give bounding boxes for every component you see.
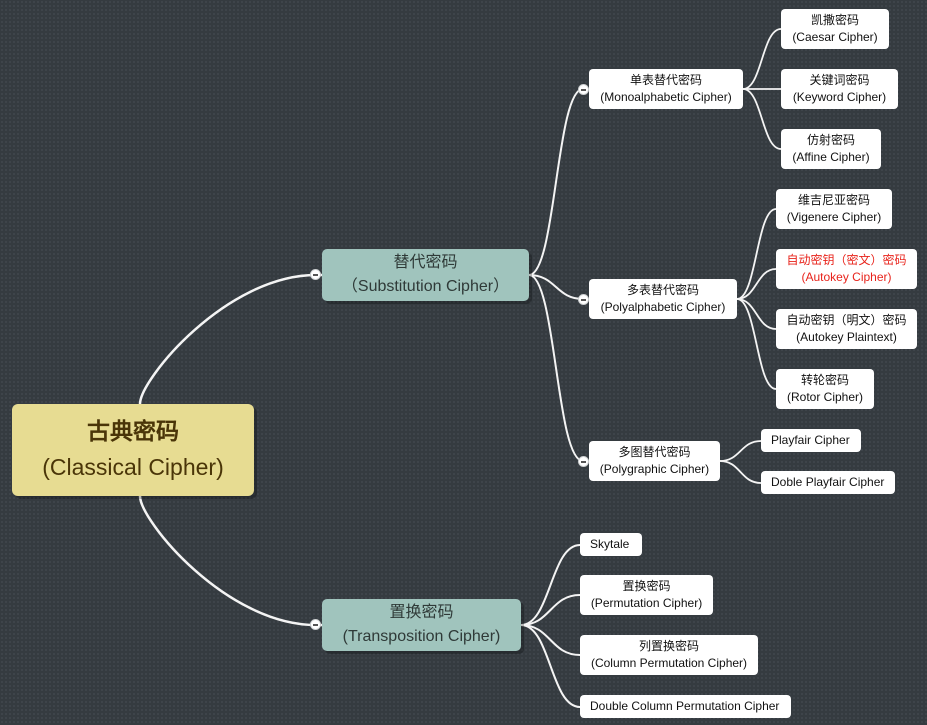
node-polygraphic-cipher[interactable]: 多图替代密码 (Polygraphic Cipher) [589,441,720,481]
link-root-substitution [138,273,317,405]
link-transposition-column [520,624,581,656]
node-monoalphabetic-cipher[interactable]: 单表替代密码 (Monoalphabetic Cipher) [589,69,743,109]
leaf-autokey-cipher[interactable]: 自动密钥（密文）密码 (Autokey Cipher) [776,249,917,289]
leaf-title: Playfair Cipher [771,432,850,447]
leaf-title-zh: 仿射密码 [806,132,855,147]
link-root-transposition [138,495,317,627]
node-title-zh: 替代密码 [393,254,458,271]
leaf-title-en: (Autokey Plaintext) [796,330,897,344]
collapse-toggle-polygraphic[interactable] [578,456,589,467]
leaf-double-column-permutation-cipher[interactable]: Double Column Permutation Cipher [580,695,791,718]
node-title-zh: 多表替代密码 [626,282,699,297]
leaf-title-zh: 转轮密码 [800,372,849,387]
collapse-toggle-monoalphabetic[interactable] [578,84,589,95]
node-title-en: (Polyalphabetic Cipher) [600,300,726,314]
leaf-title-en: (Permutation Cipher) [590,596,703,610]
leaf-permutation-cipher[interactable]: 置换密码 (Permutation Cipher) [580,575,713,615]
node-title-zh: 多图替代密码 [618,444,691,459]
link-mono-caesar [742,28,782,90]
link-transposition-skytale [520,544,581,626]
collapse-toggle-substitution[interactable] [310,269,321,280]
node-transposition-cipher[interactable]: 置换密码 (Transposition Cipher) [322,599,521,651]
leaf-playfair-cipher[interactable]: Playfair Cipher [761,429,861,452]
leaf-title-en: (Autokey Cipher) [801,270,892,284]
link-substitution-poly [528,274,584,300]
leaf-title-zh: 自动密钥（明文）密码 [786,312,907,327]
node-substitution-cipher[interactable]: 替代密码 （Substitution Cipher） [322,249,529,301]
link-polygraphic-playfair [719,440,762,462]
node-title-zh: 置换密码 [389,604,454,621]
leaf-affine-cipher[interactable]: 仿射密码 (Affine Cipher) [781,129,881,169]
leaf-title-zh: 列置换密码 [638,638,699,653]
node-title-en: (Monoalphabetic Cipher) [600,90,732,104]
link-polygraphic-doble [719,460,762,484]
leaf-title-zh: 关键词密码 [809,72,870,87]
leaf-autokey-plaintext[interactable]: 自动密钥（明文）密码 (Autokey Plaintext) [776,309,917,349]
leaf-column-permutation-cipher[interactable]: 列置换密码 (Column Permutation Cipher) [580,635,758,675]
root-node-classical-cipher[interactable]: 古典密码 (Classical Cipher) [12,404,254,496]
root-title-zh: 古典密码 [87,418,179,445]
leaf-doble-playfair-cipher[interactable]: Doble Playfair Cipher [761,471,895,494]
node-title-en: (Polygraphic Cipher) [599,462,710,476]
leaf-title-zh: 自动密钥（密文）密码 [786,252,907,267]
link-transposition-double-column [520,624,581,708]
leaf-keyword-cipher[interactable]: 关键词密码 (Keyword Cipher) [781,69,898,109]
leaf-skytale[interactable]: Skytale [580,533,642,556]
leaf-title-en: (Keyword Cipher) [792,90,887,104]
collapse-toggle-transposition[interactable] [310,619,321,630]
leaf-rotor-cipher[interactable]: 转轮密码 (Rotor Cipher) [776,369,874,409]
link-transposition-permutation [520,594,581,626]
leaf-caesar-cipher[interactable]: 凯撒密码 (Caesar Cipher) [781,9,889,49]
leaf-title: Doble Playfair Cipher [771,474,885,489]
node-title-zh: 单表替代密码 [629,72,702,87]
leaf-title: Double Column Permutation Cipher [590,698,780,713]
leaf-title-zh: 置换密码 [622,578,671,593]
leaf-title-en: (Caesar Cipher) [792,30,878,44]
leaf-title-en: (Affine Cipher) [792,150,870,164]
node-polyalphabetic-cipher[interactable]: 多表替代密码 (Polyalphabetic Cipher) [589,279,737,319]
link-mono-affine [742,88,782,150]
root-title-en: (Classical Cipher) [42,454,224,480]
leaf-title: Skytale [590,536,630,551]
leaf-title-zh: 维吉尼亚密码 [797,192,870,207]
leaf-title-zh: 凯撒密码 [810,12,859,27]
node-title-en: （Substitution Cipher） [341,278,510,295]
leaf-vigenere-cipher[interactable]: 维吉尼亚密码 (Vigenere Cipher) [776,189,892,229]
link-substitution-polygraphic [528,274,584,462]
leaf-title-en: (Column Permutation Cipher) [590,656,748,670]
link-substitution-mono [528,88,584,276]
collapse-toggle-polyalphabetic[interactable] [578,294,589,305]
leaf-title-en: (Rotor Cipher) [786,390,864,404]
node-title-en: (Transposition Cipher) [342,628,501,645]
leaf-title-en: (Vigenere Cipher) [786,210,882,224]
